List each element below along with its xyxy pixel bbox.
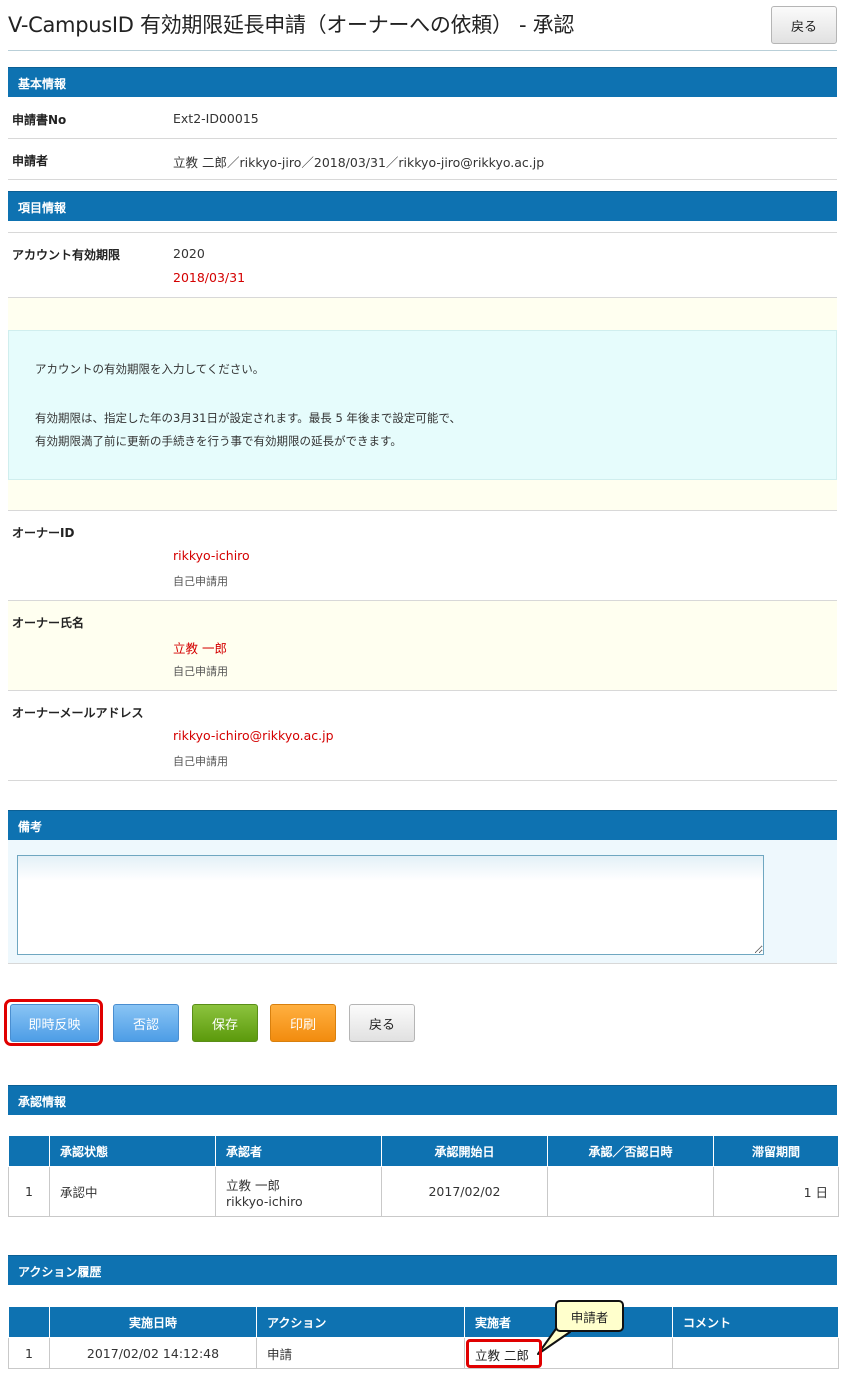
owner-id-note: 自己申請用	[173, 575, 228, 588]
approval-title: 承認情報	[18, 1095, 67, 1109]
divider	[8, 232, 837, 233]
owner-name-row-bg	[8, 601, 837, 690]
notice-line: 有効期限は、指定した年の3月31日が設定されます。最長 5 年後まで設定可能で、	[35, 411, 461, 425]
owner-name-value: 立教 一郎	[173, 641, 227, 656]
expiry-year-value[interactable]: 2020	[173, 246, 205, 261]
history-action: 申請	[256, 1337, 465, 1369]
history-header-row: 実施日時 アクション 実施者 コメント	[8, 1306, 839, 1338]
approval-header-row: 承認状態 承認者 承認開始日 承認／否認日時 滞留期間	[8, 1135, 839, 1167]
approval-status: 承認中	[49, 1166, 216, 1217]
expiry-label: アカウント有効期限	[12, 248, 121, 262]
history-title: アクション履歴	[18, 1265, 102, 1279]
history-comment	[672, 1337, 839, 1369]
back-button[interactable]: 戻る	[349, 1004, 415, 1042]
remarks-header: 備考	[8, 810, 837, 840]
owner-mail-value: rikkyo-ichiro@rikkyo.ac.jp	[173, 728, 334, 743]
column-header: コメント	[672, 1306, 839, 1338]
notice-line: 有効期限満了前に更新の手続きを行う事で有効期限の延長ができます。	[35, 434, 402, 448]
column-header: アクション	[256, 1306, 465, 1338]
column-header: 承認状態	[49, 1135, 216, 1167]
divider	[8, 179, 837, 180]
app-no-value: Ext2-ID00015	[173, 111, 259, 126]
row-number: 1	[8, 1337, 50, 1369]
basic-info-title: 基本情報	[18, 77, 67, 91]
divider	[8, 780, 837, 781]
print-button[interactable]: 印刷	[270, 1004, 336, 1042]
approval-table: 承認状態 承認者 承認開始日 承認／否認日時 滞留期間 1 承認中 立教 一郎 …	[8, 1135, 839, 1217]
owner-name-label: オーナー氏名	[12, 616, 85, 630]
notice-box: アカウントの有効期限を入力してください。 有効期限は、指定した年の3月31日が設…	[8, 330, 837, 480]
owner-mail-note: 自己申請用	[173, 755, 228, 768]
owner-id-label: オーナーID	[12, 526, 75, 540]
approver-name: 立教 一郎	[226, 1177, 280, 1193]
applicant-label: 申請者	[12, 154, 49, 168]
remarks-textarea[interactable]	[17, 855, 764, 955]
approval-start-date: 2017/02/02	[381, 1166, 548, 1217]
history-datetime: 2017/02/02 14:12:48	[49, 1337, 257, 1369]
app-no-label: 申請書No	[12, 113, 67, 127]
approver-cell: 立教 一郎 rikkyo-ichiro	[215, 1166, 382, 1217]
approver-id: rikkyo-ichiro	[226, 1193, 303, 1209]
item-info-header: 項目情報	[8, 191, 837, 221]
column-header: 承認開始日	[381, 1135, 548, 1167]
approval-decided-at	[547, 1166, 714, 1217]
divider	[8, 138, 837, 139]
history-header: アクション履歴	[8, 1255, 837, 1285]
basic-info-header: 基本情報	[8, 67, 837, 97]
divider	[8, 510, 837, 511]
stay-period: 1 日	[713, 1166, 839, 1217]
table-row: 1 承認中 立教 一郎 rikkyo-ichiro 2017/02/02 1 日	[8, 1166, 839, 1217]
column-header: 承認／否認日時	[547, 1135, 714, 1167]
reject-button[interactable]: 否認	[113, 1004, 179, 1042]
applicant-callout: 申請者	[555, 1300, 624, 1332]
applicant-value: 立教 二郎／rikkyo-jiro／2018/03/31／rikkyo-jiro…	[173, 155, 545, 170]
column-header: 承認者	[215, 1135, 382, 1167]
page-title: V-CampusID 有効期限延長申請（オーナーへの依頼） - 承認	[8, 13, 575, 37]
owner-mail-label: オーナーメールアドレス	[12, 706, 144, 720]
column-header	[8, 1306, 50, 1338]
remarks-title: 備考	[18, 820, 43, 834]
table-row: 1 2017/02/02 14:12:48 申請	[8, 1337, 839, 1369]
history-table: 実施日時 アクション 実施者 コメント 1 2017/02/02 14:12:4…	[8, 1306, 839, 1369]
expiry-current-value: 2018/03/31	[173, 270, 246, 285]
back-button-top[interactable]: 戻る	[771, 6, 837, 44]
notice-line: アカウントの有効期限を入力してください。	[35, 362, 265, 376]
column-header	[8, 1135, 50, 1167]
title-divider	[8, 50, 837, 51]
actor-highlight	[466, 1339, 542, 1368]
save-button[interactable]: 保存	[192, 1004, 258, 1042]
owner-id-value: rikkyo-ichiro	[173, 548, 250, 563]
column-header: 滞留期間	[713, 1135, 839, 1167]
apply-button-highlight	[4, 999, 103, 1046]
approval-header: 承認情報	[8, 1085, 837, 1115]
column-header: 実施日時	[49, 1306, 257, 1338]
divider	[8, 690, 837, 691]
owner-name-note: 自己申請用	[173, 665, 228, 678]
item-info-title: 項目情報	[18, 201, 67, 215]
row-number: 1	[8, 1166, 50, 1217]
